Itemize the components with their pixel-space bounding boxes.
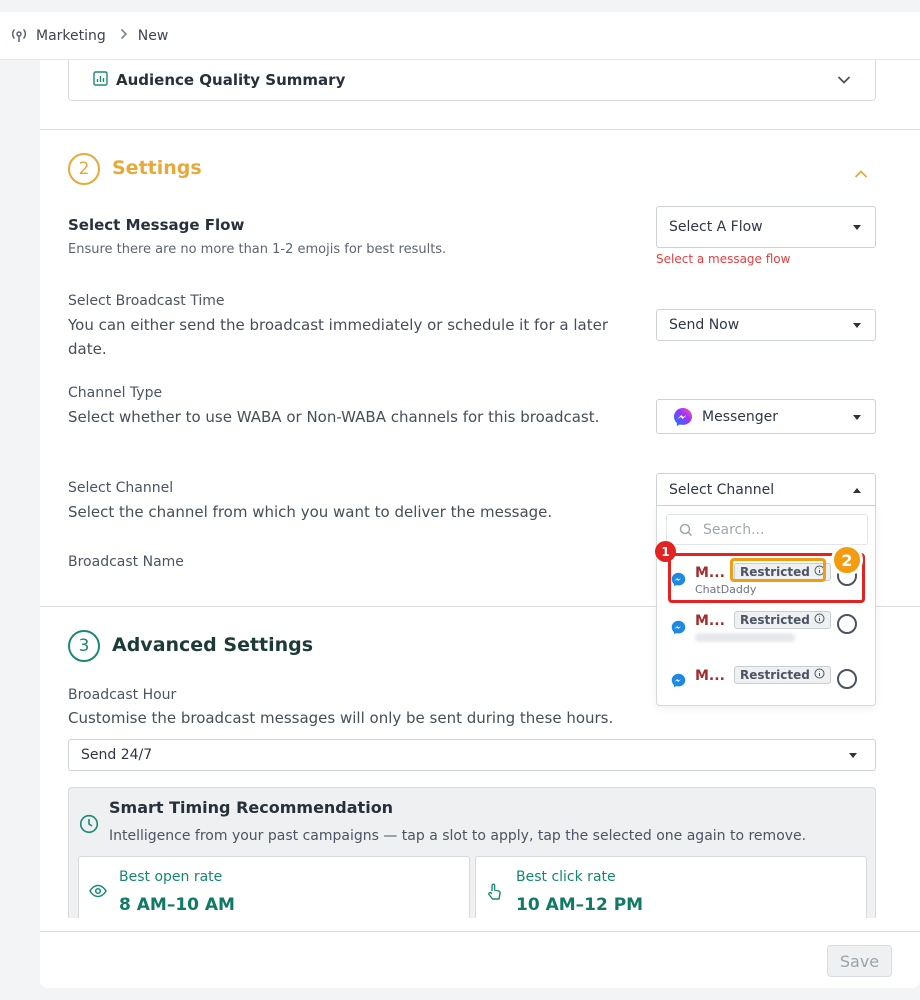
channel-option-radio[interactable] [837, 614, 857, 634]
caret-down-icon [853, 323, 861, 328]
channel-type-select[interactable]: Messenger [656, 399, 876, 434]
advanced-settings-title: Advanced Settings [112, 634, 314, 656]
smart-timing-panel: Smart Timing Recommendation Intelligence… [68, 787, 876, 918]
clock-icon [79, 814, 99, 838]
broadcast-time-select-value: Send Now [669, 317, 740, 333]
channel-option[interactable]: M... Restricted [667, 650, 865, 696]
audience-quality-title: Audience Quality Summary [116, 71, 346, 89]
message-flow-description: Ensure there are no more than 1-2 emojis… [68, 242, 447, 257]
channel-option-name: M... [695, 668, 725, 684]
message-flow-select[interactable]: Select A Flow [656, 206, 876, 248]
channel-dropdown: Search... M... Restricted ChatDaddy M...… [656, 506, 876, 706]
broadcast-hour-label: Broadcast Hour [68, 687, 177, 703]
channel-option-radio[interactable] [837, 669, 857, 689]
smart-timing-description: Intelligence from your past campaigns — … [109, 828, 807, 844]
channel-option[interactable]: M... Restricted [667, 602, 865, 648]
chart-icon [93, 70, 108, 90]
annotation-marker-1: 1 [655, 541, 676, 562]
message-flow-title: Select Message Flow [68, 216, 245, 234]
restricted-badge-label: Restricted [740, 668, 810, 682]
caret-down-icon [853, 225, 861, 230]
caret-down-icon [853, 414, 861, 420]
restricted-badge: Restricted [734, 666, 831, 684]
breadcrumb-marketing[interactable]: Marketing [36, 28, 106, 44]
broadcast-form-panel: Audience Quality Summary 2 Settings Sele… [40, 60, 920, 988]
channel-search-input[interactable]: Search... [666, 514, 868, 545]
select-channel-select-value: Select Channel [669, 481, 775, 498]
eye-icon [89, 883, 107, 902]
caret-up-icon [853, 487, 861, 493]
message-flow-select-value: Select A Flow [669, 219, 763, 235]
info-icon[interactable] [814, 613, 825, 627]
restricted-badge: Restricted [734, 611, 831, 629]
broadcast-hour-select[interactable]: Send 24/7 [68, 739, 876, 771]
broadcast-time-select[interactable]: Send Now [656, 309, 876, 341]
breadcrumb-current: New [137, 27, 169, 44]
best-click-rate-label: Best click rate [516, 869, 616, 885]
audience-quality-summary[interactable]: Audience Quality Summary [68, 60, 876, 101]
messenger-icon [673, 407, 693, 427]
channel-type-select-value: Messenger [702, 408, 779, 425]
best-open-rate-card[interactable]: Best open rate 8 AM–10 AM [78, 856, 470, 918]
search-icon [679, 523, 693, 537]
smart-timing-title: Smart Timing Recommendation [109, 798, 394, 817]
select-channel-select[interactable]: Select Channel [656, 473, 876, 506]
info-icon[interactable] [814, 668, 825, 682]
channel-type-description: Select whether to use WABA or Non-WABA c… [68, 408, 600, 426]
section-divider [40, 129, 920, 130]
channel-option-name: M... [695, 613, 725, 629]
chevron-down-icon[interactable] [837, 70, 851, 89]
broadcast-hour-description: Customise the broadcast messages will on… [68, 709, 614, 727]
broadcast-name-label: Broadcast Name [68, 554, 184, 570]
advanced-step-number: 3 [68, 630, 100, 662]
chevron-right-icon [120, 28, 128, 44]
caret-down-icon [849, 753, 857, 758]
broadcast-time-description: You can either send the broadcast immedi… [68, 316, 608, 358]
select-channel-description: Select the channel from which you want t… [68, 503, 553, 521]
form-scroll-area[interactable]: Audience Quality Summary 2 Settings Sele… [40, 60, 920, 918]
breadcrumb: Marketing New [0, 12, 920, 60]
best-click-rate-card[interactable]: Best click rate 10 AM–12 PM [475, 856, 867, 918]
best-click-rate-value: 10 AM–12 PM [516, 895, 644, 915]
message-flow-error: Select a message flow [656, 252, 791, 266]
blurred-subtitle [695, 633, 795, 642]
select-channel-label: Select Channel [68, 480, 174, 496]
channel-type-label: Channel Type [68, 385, 163, 401]
broadcast-hour-select-value: Send 24/7 [81, 747, 153, 763]
save-button[interactable]: Save [827, 945, 892, 977]
restricted-badge-label: Restricted [740, 613, 810, 627]
annotation-highlight-orange [730, 558, 826, 582]
messenger-icon [671, 620, 686, 639]
chevron-up-icon[interactable] [854, 164, 868, 183]
settings-step-number: 2 [68, 153, 100, 185]
best-open-rate-label: Best open rate [119, 869, 223, 885]
broadcast-time-label: Select Broadcast Time [68, 293, 225, 309]
form-footer: Save [40, 931, 920, 988]
pointer-icon [486, 883, 502, 905]
best-open-rate-value: 8 AM–10 AM [119, 895, 235, 915]
search-placeholder: Search... [703, 521, 765, 538]
marketing-icon [10, 25, 28, 47]
annotation-marker-2: 2 [831, 544, 863, 576]
settings-title: Settings [112, 157, 202, 179]
messenger-icon [671, 673, 686, 692]
